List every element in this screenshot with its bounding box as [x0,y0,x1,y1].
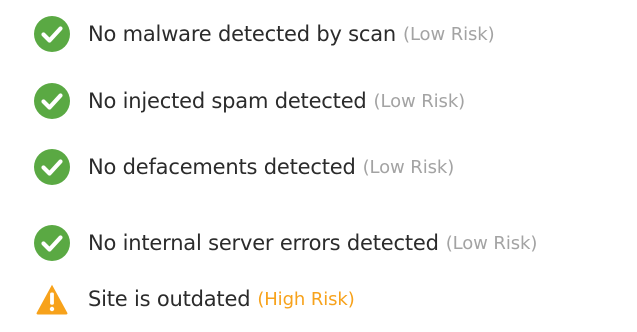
scan-result-item: No internal server errors detected (Low … [34,223,537,263]
scan-result-item: No defacements detected (Low Risk) [34,147,454,187]
risk-level-badge: (Low Risk) [373,90,466,112]
risk-level-badge: (Low Risk) [362,156,455,178]
scan-result-item: No injected spam detected (Low Risk) [34,81,465,121]
warning-triangle-icon [36,284,68,315]
scan-result-item: Site is outdated (High Risk) [34,279,355,319]
check-circle-icon [34,83,70,119]
scan-result-label: No malware detected by scan [88,22,397,46]
scan-result-label: No defacements detected [88,155,356,179]
risk-level-badge: (High Risk) [257,288,355,310]
check-circle-icon [34,16,70,52]
scan-result-label: Site is outdated [88,287,251,311]
scan-result-label: No injected spam detected [88,89,367,113]
scan-result-item: No malware detected by scan (Low Risk) [34,14,495,54]
risk-level-badge: (Low Risk) [445,232,538,254]
check-circle-icon [34,225,70,261]
risk-level-badge: (Low Risk) [403,23,495,45]
scan-result-label: No internal server errors detected [88,231,439,255]
check-circle-icon [34,149,70,185]
